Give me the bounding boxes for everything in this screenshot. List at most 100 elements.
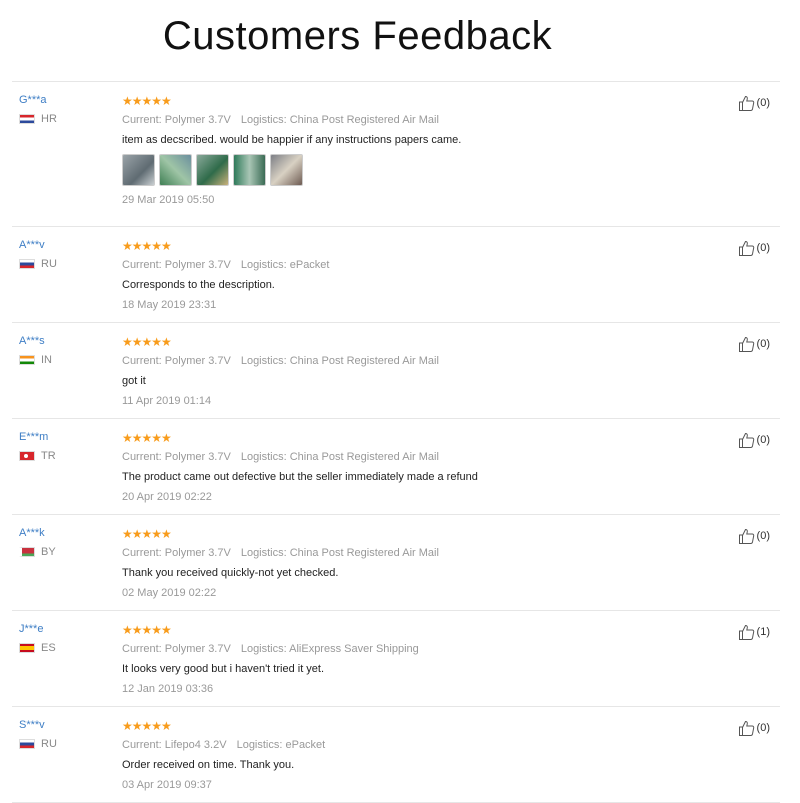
thumbs-up-icon — [738, 432, 754, 448]
review-date: 20 Apr 2019 02:22 — [122, 491, 212, 503]
review-item: S***v RU ★★★★★ Current: Lifepo4 3.2V Logi… — [12, 707, 780, 803]
stars-icon: ★★★★★ — [122, 431, 172, 445]
review-date: 02 May 2019 02:22 — [122, 587, 217, 599]
reviewer-name[interactable]: A***v — [19, 239, 57, 251]
review-text: Thank you received quickly-not yet check… — [122, 567, 339, 579]
helpful-button[interactable]: (1) — [738, 623, 770, 641]
reviewer-country: TR — [19, 450, 56, 462]
reviewer-name[interactable]: S***v — [19, 719, 57, 731]
logistics-attribute: Logistics: China Post Registered Air Mai… — [240, 451, 439, 463]
review-content: ★★★★★ Current: Polymer 3.7V Logistics: Ch… — [122, 527, 682, 599]
reviewer-name[interactable]: E***m — [19, 431, 56, 443]
review-item: A***s IN ★★★★★ Current: Polymer 3.7V Logi… — [12, 323, 780, 419]
order-attributes: Current: Polymer 3.7V Logistics: ePacket — [122, 259, 682, 271]
country-code: BY — [41, 546, 56, 558]
review-content: ★★★★★ Current: Polymer 3.7V Logistics: Ch… — [122, 94, 682, 206]
logistics-attribute: Logistics: AliExpress Saver Shipping — [240, 643, 419, 655]
reviewer-country: IN — [19, 354, 52, 366]
review-date: 03 Apr 2019 09:37 — [122, 779, 212, 791]
country-code: IN — [41, 354, 52, 366]
review-date: 29 Mar 2019 05:50 — [122, 194, 215, 206]
thumbs-up-icon — [738, 240, 754, 256]
review-text: item as decscribed. would be happier if … — [122, 134, 462, 146]
reviewer-info: G***a HR — [19, 94, 57, 125]
reviewer-country: RU — [19, 258, 57, 270]
flag-icon — [19, 547, 35, 557]
review-date: 12 Jan 2019 03:36 — [122, 683, 214, 695]
reviewer-name[interactable]: A***s — [19, 335, 52, 347]
flag-icon — [19, 739, 35, 749]
helpful-button[interactable]: (0) — [738, 335, 770, 353]
review-content: ★★★★★ Current: Polymer 3.7V Logistics: Al… — [122, 623, 682, 695]
stars-icon: ★★★★★ — [122, 527, 172, 541]
country-code: RU — [41, 738, 57, 750]
review-content: ★★★★★ Current: Polymer 3.7V Logistics: eP… — [122, 239, 682, 311]
review-item: J***e ES ★★★★★ Current: Polymer 3.7V Logi… — [12, 611, 780, 707]
review-text: The product came out defective but the s… — [122, 471, 478, 483]
review-item: E***m TR ★★★★★ Current: Polymer 3.7V Logi… — [12, 419, 780, 515]
current-attribute: Current: Polymer 3.7V — [122, 547, 231, 559]
review-date: 11 Apr 2019 01:14 — [122, 395, 212, 407]
review-photo-thumbnail[interactable] — [122, 154, 155, 186]
helpful-count: (0) — [756, 338, 770, 350]
review-list: G***a HR ★★★★★ Current: Polymer 3.7V Logi… — [12, 81, 780, 803]
reviewer-info: E***m TR — [19, 431, 56, 462]
review-photo-thumbnail[interactable] — [233, 154, 266, 186]
logistics-attribute: Logistics: ePacket — [236, 739, 326, 751]
review-photo-thumbnail[interactable] — [159, 154, 192, 186]
stars-icon: ★★★★★ — [122, 719, 172, 733]
current-attribute: Current: Polymer 3.7V — [122, 259, 231, 271]
star-rating: ★★★★★ — [122, 94, 682, 108]
helpful-button[interactable]: (0) — [738, 719, 770, 737]
reviewer-info: A***k BY — [19, 527, 56, 558]
star-rating: ★★★★★ — [122, 431, 682, 445]
current-attribute: Current: Lifepo4 3.2V — [122, 739, 227, 751]
thumbs-up-icon — [738, 624, 754, 640]
helpful-count: (0) — [756, 722, 770, 734]
reviewer-name[interactable]: J***e — [19, 623, 56, 635]
star-rating: ★★★★★ — [122, 623, 682, 637]
review-content: ★★★★★ Current: Polymer 3.7V Logistics: Ch… — [122, 431, 682, 503]
helpful-button[interactable]: (0) — [738, 94, 770, 112]
review-text: It looks very good but i haven't tried i… — [122, 663, 325, 675]
star-rating: ★★★★★ — [122, 335, 682, 349]
helpful-count: (0) — [756, 242, 770, 254]
helpful-count: (0) — [756, 434, 770, 446]
helpful-button[interactable]: (0) — [738, 527, 770, 545]
helpful-button[interactable]: (0) — [738, 239, 770, 257]
order-attributes: Current: Polymer 3.7V Logistics: AliExpre… — [122, 643, 682, 655]
flag-icon — [19, 451, 35, 461]
review-item: G***a HR ★★★★★ Current: Polymer 3.7V Logi… — [12, 82, 780, 227]
country-code: TR — [41, 450, 56, 462]
stars-icon: ★★★★★ — [122, 335, 172, 349]
review-item: A***k BY ★★★★★ Current: Polymer 3.7V Logi… — [12, 515, 780, 611]
star-rating: ★★★★★ — [122, 239, 682, 253]
stars-icon: ★★★★★ — [122, 94, 172, 108]
stars-icon: ★★★★★ — [122, 623, 172, 637]
logistics-attribute: Logistics: China Post Registered Air Mai… — [240, 547, 439, 559]
logistics-attribute: Logistics: China Post Registered Air Mai… — [240, 355, 439, 367]
helpful-button[interactable]: (0) — [738, 431, 770, 449]
flag-icon — [19, 114, 35, 124]
flag-icon — [19, 259, 35, 269]
thumbs-up-icon — [738, 720, 754, 736]
reviewer-country: BY — [19, 546, 56, 558]
order-attributes: Current: Lifepo4 3.2V Logistics: ePacket — [122, 739, 682, 751]
current-attribute: Current: Polymer 3.7V — [122, 355, 231, 367]
stars-icon: ★★★★★ — [122, 239, 172, 253]
order-attributes: Current: Polymer 3.7V Logistics: China Po… — [122, 451, 682, 463]
order-attributes: Current: Polymer 3.7V Logistics: China Po… — [122, 547, 682, 559]
current-attribute: Current: Polymer 3.7V — [122, 451, 231, 463]
reviewer-name[interactable]: G***a — [19, 94, 57, 106]
reviewer-name[interactable]: A***k — [19, 527, 56, 539]
star-rating: ★★★★★ — [122, 719, 682, 733]
flag-icon — [19, 643, 35, 653]
reviewer-info: A***v RU — [19, 239, 57, 270]
reviewer-country: ES — [19, 642, 56, 654]
review-photo-thumbnail[interactable] — [270, 154, 303, 186]
review-content: ★★★★★ Current: Polymer 3.7V Logistics: Ch… — [122, 335, 682, 407]
flag-icon — [19, 355, 35, 365]
thumbs-up-icon — [738, 95, 754, 111]
helpful-count: (0) — [756, 97, 770, 109]
review-photo-thumbnail[interactable] — [196, 154, 229, 186]
